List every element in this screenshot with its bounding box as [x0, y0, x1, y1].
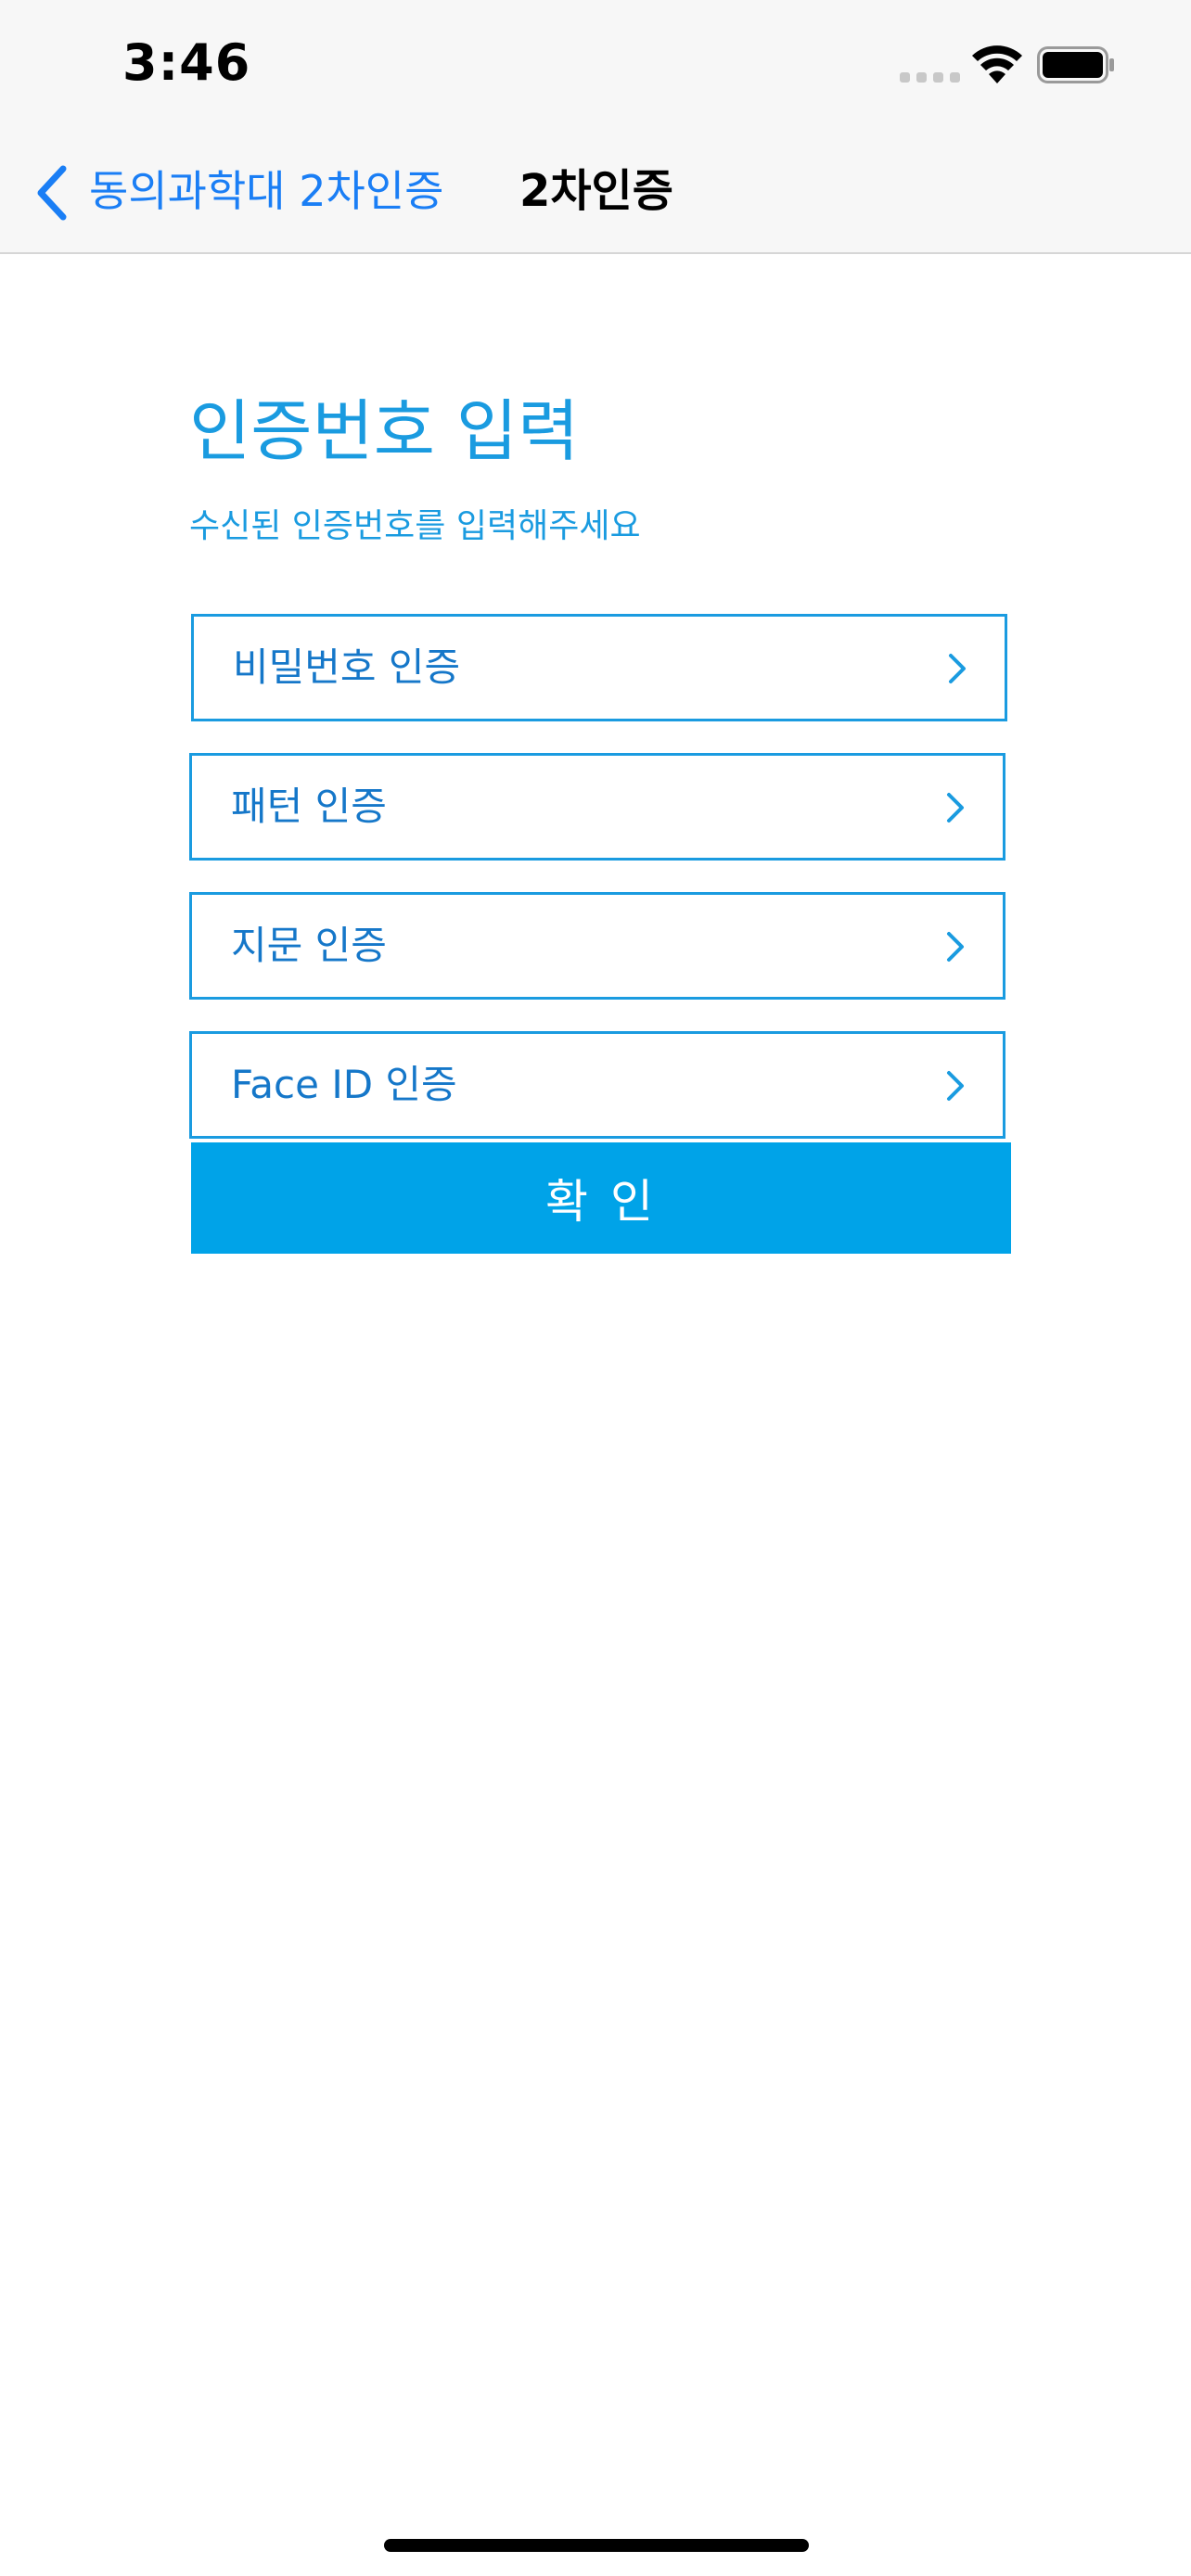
cellular-signal-icon — [900, 72, 960, 83]
option-label: 지문 인증 — [231, 923, 387, 968]
home-indicator — [384, 2539, 809, 2552]
pattern-auth-option[interactable]: 패턴 인증 — [189, 753, 1005, 861]
navigation-bar: 동의과학대 2차인증 2차인증 — [0, 135, 1191, 254]
page-title: 인증번호 입력 — [189, 392, 580, 470]
page-subtitle: 수신된 인증번호를 입력해주세요 — [189, 507, 641, 545]
face-id-auth-option[interactable]: Face ID 인증 — [189, 1031, 1005, 1139]
status-bar: 3:46 — [0, 0, 1191, 135]
chevron-right-icon — [947, 932, 964, 962]
battery-icon — [1037, 46, 1114, 83]
option-label: 패턴 인증 — [231, 784, 387, 829]
fingerprint-auth-option[interactable]: 지문 인증 — [189, 892, 1005, 1000]
confirm-button[interactable]: 확 인 — [191, 1142, 1011, 1254]
nav-title: 2차인증 — [519, 165, 673, 217]
chevron-left-icon[interactable] — [33, 163, 70, 223]
chevron-right-icon — [947, 1071, 964, 1101]
option-label: Face ID 인증 — [231, 1062, 457, 1107]
status-time: 3:46 — [122, 33, 251, 92]
chevron-right-icon — [947, 793, 964, 823]
password-auth-option[interactable]: 비밀번호 인증 — [191, 614, 1007, 721]
wifi-icon — [972, 45, 1022, 83]
chevron-right-icon — [949, 654, 966, 683]
option-label: 비밀번호 인증 — [233, 644, 461, 690]
back-button[interactable]: 동의과학대 2차인증 — [89, 163, 443, 219]
